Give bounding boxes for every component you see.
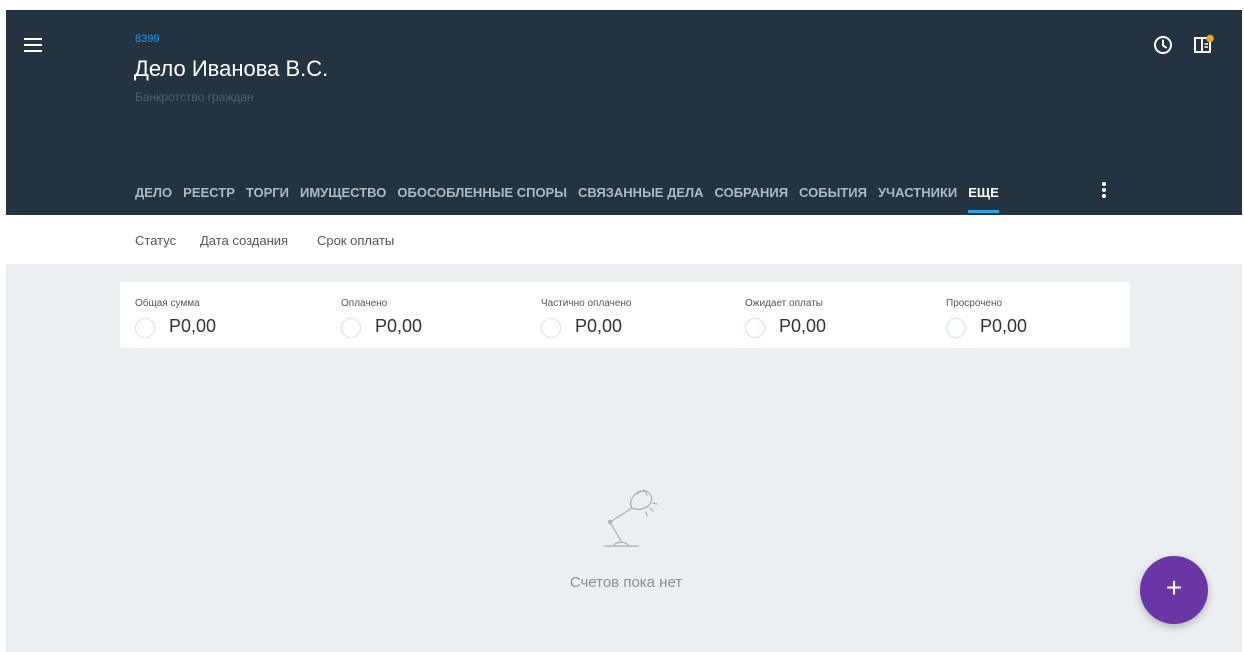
summary-label: Оплачено: [341, 298, 388, 309]
empty-state-text: Счетов пока нет: [569, 574, 683, 591]
progress-circle-icon: [341, 318, 361, 338]
tab-obosoblennye-spory[interactable]: ОБОСОБЛЕННЫЕ СПОРЫ: [397, 180, 567, 215]
tab-torgi[interactable]: ТОРГИ: [246, 180, 289, 215]
filter-status[interactable]: Статус: [135, 233, 176, 248]
summary-value: Р0,00: [575, 316, 623, 336]
empty-state: Счетов пока нет: [526, 480, 726, 600]
summary-value: Р0,00: [169, 316, 217, 336]
summary-value: Р0,00: [779, 316, 827, 336]
progress-circle-icon: [541, 318, 561, 338]
add-invoice-button[interactable]: +: [1140, 556, 1208, 624]
plus-icon: +: [1165, 572, 1183, 603]
case-subtitle: Банкротство граждан: [135, 90, 254, 104]
tab-eshche[interactable]: ЕЩЕ: [968, 180, 999, 215]
summary-partially-paid: Частично оплачено Р0,00: [541, 282, 741, 348]
summary-paid: Оплачено Р0,00: [341, 282, 541, 348]
more-vert-icon[interactable]: [1100, 182, 1108, 202]
summary-label: Частично оплачено: [541, 298, 632, 309]
invoice-summary: Общая сумма Р0,00 Оплачено Р0,00 Частичн…: [120, 282, 1130, 348]
desk-lamp-icon: [603, 489, 658, 547]
progress-circle-icon: [745, 318, 765, 338]
tab-uchastniki[interactable]: УЧАСТНИКИ: [878, 180, 957, 215]
panel-notification-icon[interactable]: [1193, 34, 1215, 56]
summary-label: Общая сумма: [135, 298, 200, 309]
summary-total: Общая сумма Р0,00: [135, 282, 335, 348]
progress-circle-icon: [135, 318, 155, 338]
tab-sobraniya[interactable]: СОБРАНИЯ: [715, 180, 789, 215]
case-header: 8399 Дело Иванова В.С. Банкротство гражд…: [6, 10, 1242, 215]
filter-creation-date[interactable]: Дата создания: [200, 233, 288, 248]
summary-label: Просрочено: [946, 298, 1003, 309]
page-title: Дело Иванова В.С.: [134, 56, 329, 81]
summary-label: Ожидает оплаты: [745, 298, 823, 309]
tab-delo[interactable]: ДЕЛО: [135, 180, 172, 215]
summary-value: Р0,00: [375, 316, 423, 336]
app-frame: 8399 Дело Иванова В.С. Банкротство гражд…: [6, 10, 1242, 652]
progress-circle-icon: [946, 318, 966, 338]
case-id[interactable]: 8399: [135, 33, 159, 45]
clock-icon[interactable]: [1152, 34, 1174, 56]
summary-value: Р0,00: [980, 316, 1028, 336]
case-tabs: ДЕЛО РЕЕСТР ТОРГИ ИМУЩЕСТВО ОБОСОБЛЕННЫЕ…: [135, 180, 1010, 215]
summary-overdue: Просрочено Р0,00: [946, 282, 1146, 348]
tab-svyazannye-dela[interactable]: СВЯЗАННЫЕ ДЕЛА: [578, 180, 704, 215]
filter-bar: Статус Дата создания Срок оплаты: [6, 215, 1242, 264]
filter-due-date[interactable]: Срок оплаты: [317, 233, 394, 248]
summary-awaiting-payment: Ожидает оплаты Р0,00: [745, 282, 945, 348]
tab-reestr[interactable]: РЕЕСТР: [183, 180, 235, 215]
tab-imushchestvo[interactable]: ИМУЩЕСТВО: [300, 180, 386, 215]
tab-sobytiya[interactable]: СОБЫТИЯ: [799, 180, 867, 215]
menu-icon[interactable]: [24, 38, 44, 54]
